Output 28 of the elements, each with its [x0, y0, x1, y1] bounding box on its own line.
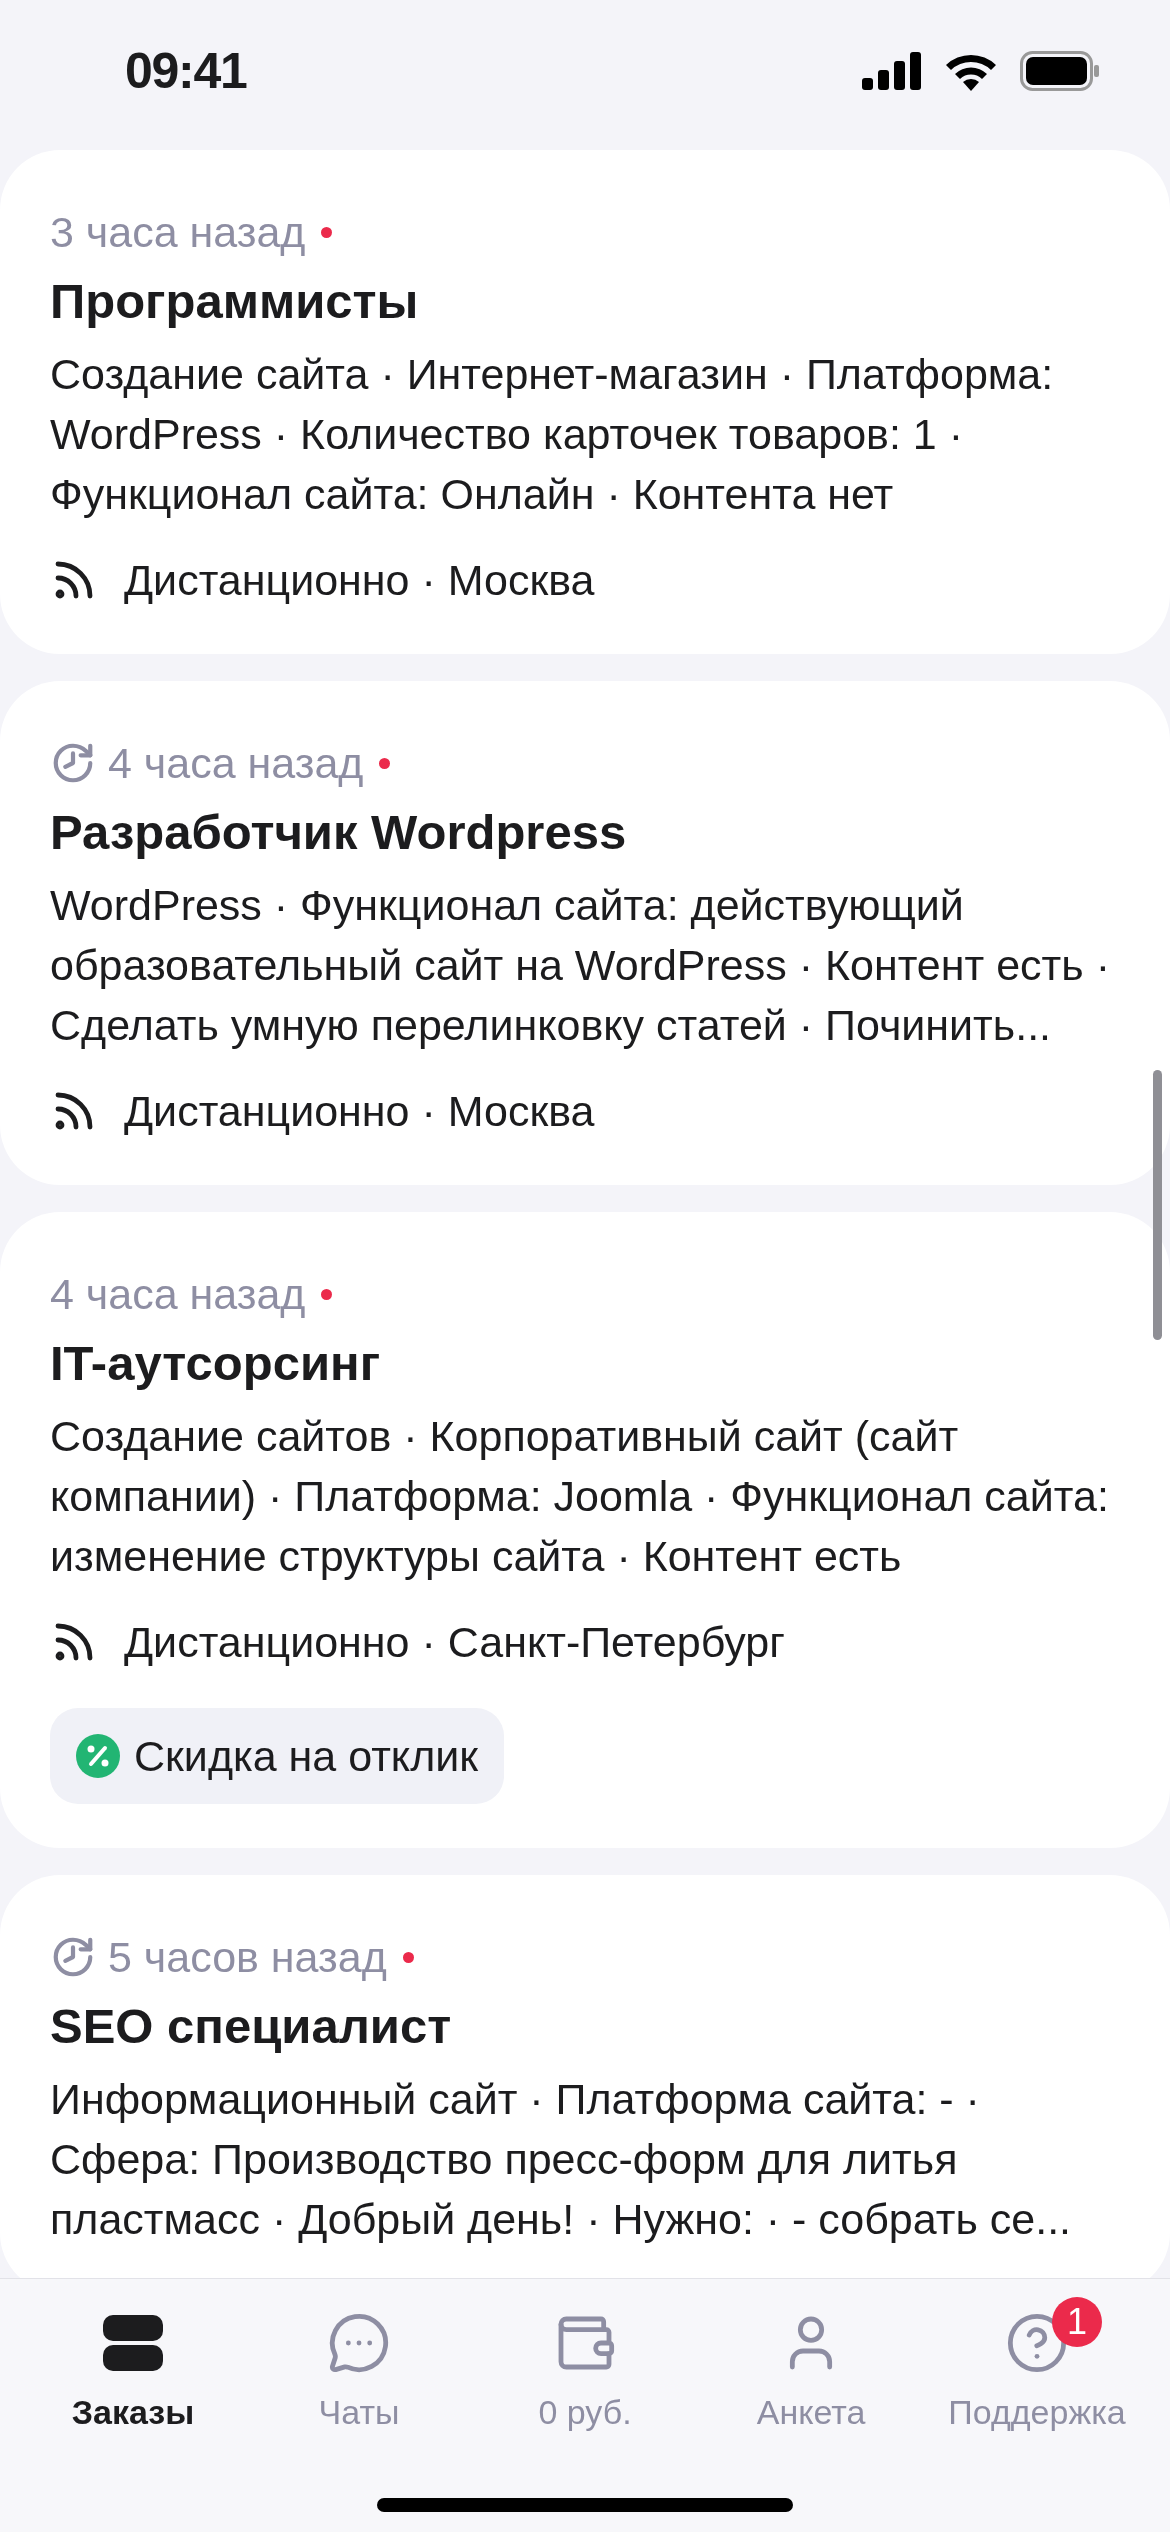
chat-bubble-icon: [327, 2311, 391, 2375]
order-card[interactable]: 4 часа назад Разработчик Wordpress WordPress · Функционал сайта: действующий образовательный сайт на WordPress · Контент есть · Сделать умную перелинковку статей · Починить... Дистанционно · Москва: [0, 681, 1170, 1185]
order-location: Дистанционно · Москва: [124, 554, 595, 606]
order-location: Дистанционно · Санкт-Петербург: [124, 1616, 785, 1668]
order-title: Разработчик Wordpress: [50, 804, 628, 861]
order-location: Дистанционно · Москва: [124, 1085, 595, 1137]
order-description: Создание сайтов · Корпоративный сайт (сайт компании) · Платформа: Joomla · Функционал сайта: изменение структуры сайта · Контент есть: [50, 1411, 1110, 1582]
status-time: 09:41: [125, 41, 247, 101]
percent-icon: [76, 1734, 120, 1778]
posted-time: 5 часов назад: [108, 1931, 387, 1983]
order-card[interactable]: 3 часа назад Программисты Создание сайта · Интернет-магазин · Платформа: WordPress · Количество карточек товаров: 1 · Функционал сайта: Онлайн · Контента нет Дистанционно · Москва: [0, 150, 1170, 654]
order-title: SEO специалист: [50, 1998, 453, 2055]
discount-label: Скидка на отклик: [134, 1730, 479, 1782]
tab-bar-item[interactable]: Заказы: [20, 2311, 246, 2438]
order-title: Программисты: [50, 273, 420, 330]
order-card[interactable]: 5 часов назад SEO специалист Информационный сайт · Платформа сайта: - · Сфера: Производство пресс-форм для литья пластмасс · Добрый день! · Нужно: · - собрать се...: [0, 1875, 1170, 2278]
battery-icon: [1020, 51, 1100, 91]
signal-icon: [862, 52, 922, 90]
posted-time: 3 часа назад: [50, 206, 306, 258]
order-title: IT-аутсорсинг: [50, 1335, 382, 1392]
order-card[interactable]: [0, 1212, 1170, 1848]
posted-time: 4 часа назад: [50, 1268, 306, 1320]
order-description: Информационный сайт · Платформа сайта: - · Сфера: Производство пресс-форм для литья пластмасс · Добрый день! · Нужно: · - собрать се...: [50, 2074, 1073, 2245]
posted-time: 4 часа назад: [108, 737, 364, 789]
order-description: WordPress · Функционал сайта: действующий образовательный сайт на WordPress · Контент есть · Сделать умную перелинковку статей · Починить...: [50, 880, 1111, 1051]
help-icon: [1005, 2311, 1069, 2375]
notification-badge: 1: [1052, 2297, 1102, 2347]
order-description: Создание сайта · Интернет-магазин · Платформа: WordPress · Количество карточек товаров: 1 · Функционал сайта: Онлайн · Контента нет: [50, 349, 1055, 520]
